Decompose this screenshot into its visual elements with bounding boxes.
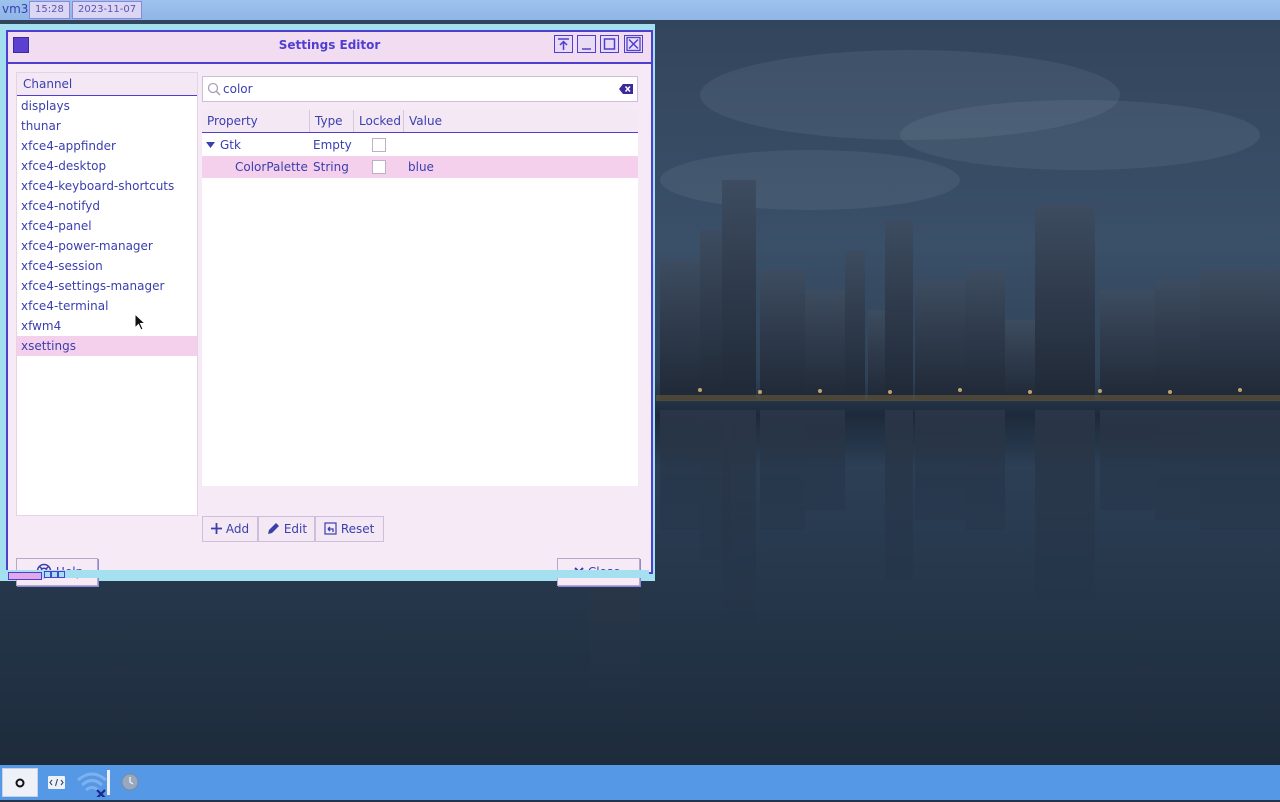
bottom-panel — [0, 765, 1280, 800]
reset-icon — [324, 522, 337, 535]
maximize-icon — [603, 38, 616, 50]
minimize-icon — [582, 48, 591, 50]
channel-item-selected[interactable]: xsettings — [17, 336, 197, 356]
reset-label: Reset — [340, 522, 375, 536]
search-field[interactable] — [202, 76, 638, 102]
channel-item[interactable]: xfwm4 — [17, 316, 197, 336]
channel-item[interactable]: xfce4-desktop — [17, 156, 197, 176]
table-header: Property Type Locked Value — [202, 110, 638, 133]
clock-time[interactable]: 15:28 — [29, 1, 70, 19]
edit-button[interactable]: Edit — [258, 516, 315, 542]
close-window-icon — [626, 36, 641, 52]
code-icon — [48, 776, 65, 789]
window-content: Channel displays thunar xfce4-appfinder … — [8, 64, 651, 586]
column-header-value[interactable]: Value — [404, 110, 638, 132]
column-header-type[interactable]: Type — [310, 110, 354, 132]
terminal-launcher[interactable] — [44, 768, 70, 797]
clock-icon — [121, 773, 139, 791]
edit-label: Edit — [283, 522, 308, 536]
property-name: Gtk — [220, 138, 241, 152]
maximize-button[interactable] — [600, 35, 619, 53]
property-name: ColorPalette — [235, 160, 308, 174]
network-tray[interactable] — [74, 768, 110, 799]
locked-checkbox[interactable] — [372, 160, 386, 174]
add-label: Add — [225, 522, 250, 536]
wifi-disconnected-icon — [77, 770, 110, 799]
property-table[interactable]: Property Type Locked Value Gtk Empty Col… — [202, 110, 638, 486]
channel-item[interactable]: thunar — [17, 116, 197, 136]
titlebar[interactable]: Settings Editor — [8, 32, 651, 64]
top-panel: vm3 15:28 2023-11-07 — [0, 0, 1280, 20]
channel-item[interactable]: xfce4-keyboard-shortcuts — [17, 176, 197, 196]
channel-item[interactable]: xfce4-session — [17, 256, 197, 276]
property-type: String — [313, 160, 349, 174]
channel-item[interactable]: xfce4-notifyd — [17, 196, 197, 216]
pin-top-icon — [558, 38, 569, 50]
channel-item[interactable]: xfce4-terminal — [17, 296, 197, 316]
search-input[interactable] — [223, 80, 603, 98]
edit-icon — [268, 523, 279, 534]
clock-date[interactable]: 2023-11-07 — [72, 1, 143, 19]
grip-icon — [44, 571, 65, 578]
table-row[interactable]: Gtk Empty — [202, 134, 638, 156]
search-icon — [207, 82, 221, 96]
record-icon — [15, 778, 25, 788]
add-icon — [211, 523, 222, 534]
add-button[interactable]: Add — [202, 516, 258, 542]
column-header-locked[interactable]: Locked — [354, 110, 404, 132]
reset-button[interactable]: Reset — [315, 516, 384, 542]
table-row-selected[interactable]: ColorPalette String blue — [202, 156, 638, 178]
clear-icon[interactable] — [618, 82, 634, 96]
updates-tray[interactable] — [118, 768, 142, 797]
property-type: Empty — [313, 138, 352, 152]
channel-item[interactable]: displays — [17, 96, 197, 116]
settings-editor-window: Settings Editor Channel displays thunar … — [0, 24, 655, 586]
channel-item[interactable]: xfce4-appfinder — [17, 136, 197, 156]
expander-icon[interactable] — [206, 142, 215, 149]
channel-list[interactable]: Channel displays thunar xfce4-appfinder … — [16, 72, 198, 516]
close-window-button[interactable] — [624, 35, 643, 53]
channel-column-header[interactable]: Channel — [17, 73, 197, 96]
column-header-property[interactable]: Property — [202, 110, 310, 132]
window-bottom-border — [6, 570, 649, 580]
property-value[interactable]: blue — [408, 156, 434, 178]
minimize-button[interactable] — [577, 35, 596, 53]
channel-item[interactable]: xfce4-power-manager — [17, 236, 197, 256]
workspace-label[interactable]: vm3 — [2, 2, 28, 16]
channel-item[interactable]: xfce4-panel — [17, 216, 197, 236]
channel-item[interactable]: xfce4-settings-manager — [17, 276, 197, 296]
record-button[interactable] — [2, 768, 38, 797]
locked-checkbox[interactable] — [372, 138, 386, 152]
always-on-top-button[interactable] — [554, 35, 573, 53]
resize-handle[interactable] — [8, 572, 42, 580]
window-frame: Settings Editor Channel displays thunar … — [6, 30, 653, 586]
mouse-cursor-icon — [134, 313, 146, 331]
